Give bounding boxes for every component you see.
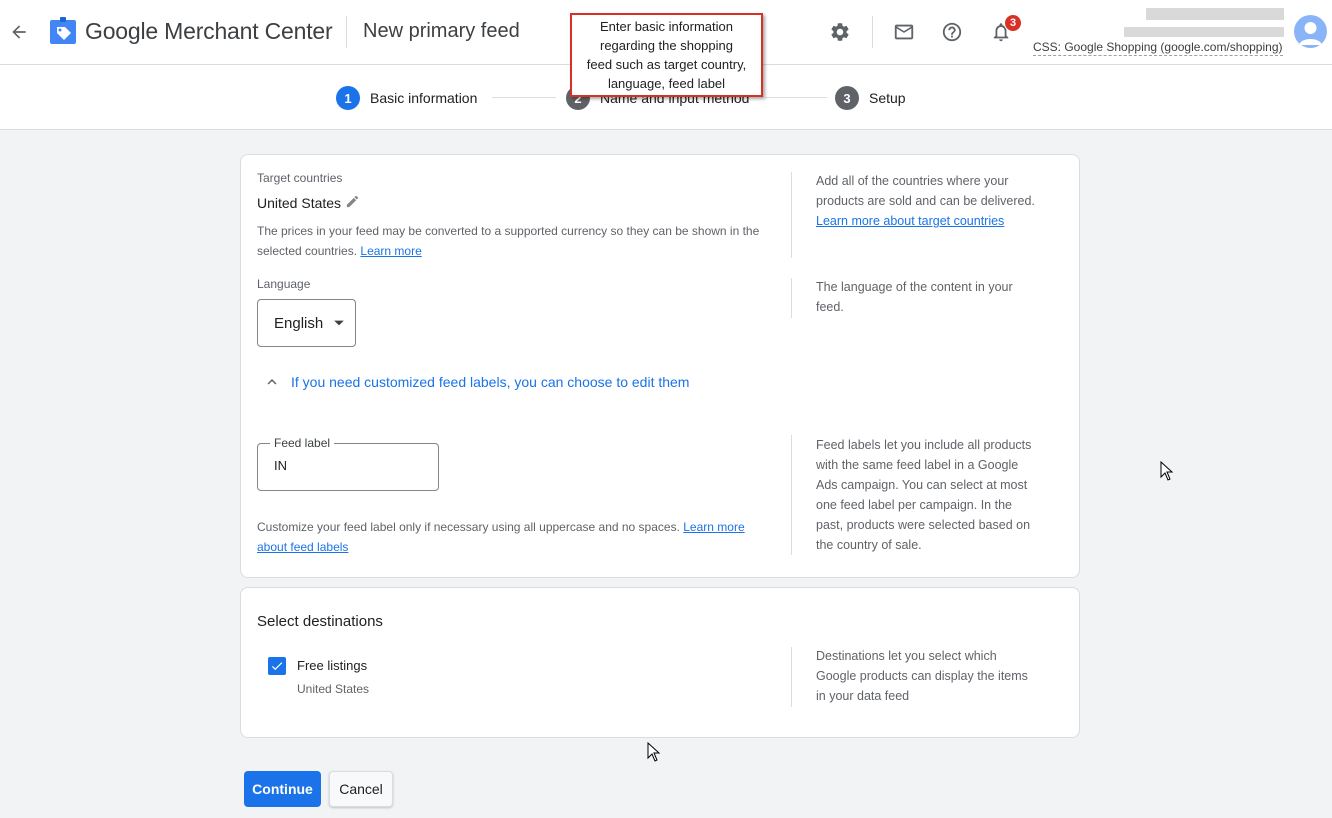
language-select-value: English: [274, 314, 324, 332]
checkmark-icon: [271, 662, 283, 671]
callout-line: feed such as target country,: [586, 57, 747, 72]
callout-line: language, feed label: [607, 76, 726, 91]
feed-label-help-line: Customize your feed label only if necess…: [257, 517, 757, 537]
free-listings-country: United States: [297, 682, 370, 696]
currency-help-text: The prices in your feed may be converted…: [257, 221, 777, 261]
feed-label-side-line: one feed label per campaign. In the: [816, 498, 1012, 512]
column-divider: [791, 172, 792, 258]
mouse-cursor-icon: [647, 741, 661, 762]
mail-icon[interactable]: [890, 18, 918, 46]
feed-label-side-help: Feed labels let you include all products…: [816, 435, 1051, 555]
column-divider: [791, 278, 792, 318]
feed-label-side-line: Feed labels let you include all products: [816, 438, 1032, 452]
currency-help-line-2: selected countries. Learn more: [257, 241, 777, 261]
step-connector: [492, 97, 556, 98]
edit-pencil-icon[interactable]: [345, 194, 361, 210]
settings-gear-icon[interactable]: [826, 18, 854, 46]
destinations-side-line: in your data feed: [816, 689, 910, 703]
destinations-side-help: Destinations let you select which Google…: [816, 646, 1051, 706]
basic-info-card: Target countries United States The price…: [240, 154, 1080, 578]
annotation-callout: Enter basic information regarding the sh…: [570, 13, 763, 97]
feed-label-side-line: the country of sale.: [816, 538, 922, 552]
step-connector: [765, 97, 827, 98]
countries-side-line: products are sold and can be delivered.: [816, 194, 1035, 208]
merchant-center-logo-icon: [48, 16, 78, 46]
free-listings-label: Free listings: [297, 658, 368, 673]
step-3-label: Setup: [869, 90, 906, 106]
target-countries-label: Target countries: [257, 171, 343, 185]
back-arrow-icon[interactable]: [6, 19, 32, 45]
free-listings-checkbox[interactable]: [268, 657, 286, 675]
feed-label-input[interactable]: [274, 458, 424, 473]
step-1-label: Basic information: [370, 90, 478, 106]
feed-label-side-line: past, products were selected based on: [816, 518, 1031, 532]
about-feed-labels-link[interactable]: about feed labels: [257, 540, 348, 554]
countries-side-help: Add all of the countries where your prod…: [816, 171, 1051, 231]
brand-name: Google Merchant Center: [85, 18, 333, 44]
help-icon[interactable]: [938, 18, 966, 46]
feed-labels-expander[interactable]: If you need customized feed labels, you …: [263, 373, 689, 391]
feed-label-help: Customize your feed label only if necess…: [257, 517, 757, 557]
select-destinations-title: Select destinations: [257, 613, 383, 630]
chevron-up-icon: [267, 379, 277, 385]
currency-help-text-2: selected countries.: [257, 244, 358, 258]
account-css-line[interactable]: CSS: Google Shopping (google.com/shoppin…: [1033, 40, 1283, 56]
countries-side-line: Add all of the countries where your: [816, 174, 1009, 188]
header-divider: [872, 16, 873, 48]
dropdown-arrow-icon: [334, 320, 345, 326]
language-select[interactable]: English: [257, 299, 356, 347]
learn-more-target-countries-link[interactable]: Learn more about target countries: [816, 214, 1004, 228]
learn-more-link[interactable]: Learn more: [360, 244, 421, 258]
destinations-side-line: Destinations let you select which: [816, 649, 997, 663]
page-title: New primary feed: [363, 20, 520, 42]
mouse-cursor-icon: [1160, 460, 1174, 481]
expander-text: If you need customized feed labels, you …: [291, 374, 690, 390]
feed-label-field[interactable]: Feed label: [257, 436, 439, 491]
feed-label-side-line: Ads campaign. You can select at most: [816, 478, 1028, 492]
redacted-account-name: [1146, 8, 1284, 20]
cancel-button[interactable]: Cancel: [329, 771, 393, 807]
header-divider: [346, 16, 347, 48]
currency-help-line: The prices in your feed may be converted…: [257, 224, 760, 238]
redacted-account-email: [1124, 27, 1284, 37]
language-side-help: The language of the content in your feed…: [816, 277, 1051, 317]
target-countries-value: United States: [257, 195, 342, 211]
step-1-circle: 1: [336, 86, 360, 110]
language-side-line: feed.: [816, 300, 844, 314]
column-divider: [791, 647, 792, 707]
callout-line: regarding the shopping: [600, 38, 733, 53]
destinations-card: Select destinations Free listings United…: [240, 587, 1080, 738]
step-3-circle: 3: [835, 86, 859, 110]
feed-label-side-line: with the same feed label in a Google: [816, 458, 1019, 472]
feed-label-help-text: Customize your feed label only if necess…: [257, 520, 680, 534]
continue-button[interactable]: Continue: [244, 771, 321, 807]
language-label: Language: [257, 277, 311, 291]
notification-count-badge: 3: [1004, 14, 1022, 32]
destinations-side-line: Google products can display the items: [816, 669, 1028, 683]
avatar[interactable]: [1294, 15, 1327, 48]
column-divider: [791, 435, 792, 555]
language-side-line: The language of the content in your: [816, 280, 1013, 294]
callout-line: Enter basic information: [600, 19, 733, 34]
learn-more-feed-labels-link[interactable]: Learn more: [683, 520, 744, 534]
feed-label-field-label: Feed label: [270, 436, 335, 450]
